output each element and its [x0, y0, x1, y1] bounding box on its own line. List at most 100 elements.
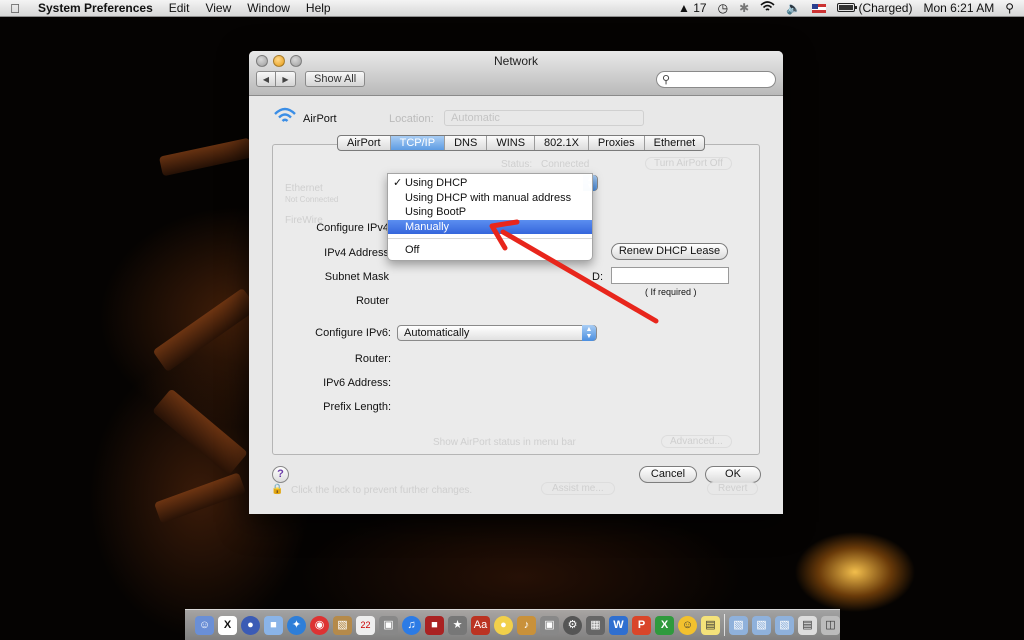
search-icon: ⚲	[662, 74, 671, 86]
battery-status-item[interactable]: (Charged)	[837, 1, 912, 15]
bluetooth-icon[interactable]: ✱	[739, 1, 749, 15]
fireplace-log	[158, 137, 254, 177]
dock-divider	[724, 614, 725, 636]
tab-airport[interactable]: AirPort	[338, 136, 391, 150]
finder-icon[interactable]: ☺	[195, 615, 214, 635]
cancel-button[interactable]: Cancel	[639, 466, 697, 483]
ipv6-router-label: Router:	[354, 353, 391, 365]
help-button[interactable]: ?	[272, 466, 289, 483]
clock[interactable]: Mon 6:21 AM	[923, 1, 994, 15]
menu-item-label: Using DHCP with manual address	[405, 191, 572, 204]
x11-icon[interactable]: X	[218, 615, 237, 635]
configure-ipv6-popup[interactable]: Automatically ▲ ▼	[397, 325, 597, 341]
ipv6-address-label: IPv6 Address:	[323, 377, 391, 389]
safari-orb-icon[interactable]: ●	[241, 615, 260, 635]
time-machine-icon[interactable]: ◷	[718, 1, 728, 15]
menu-view[interactable]: View	[197, 1, 239, 15]
interface-name: AirPort	[303, 113, 337, 125]
garageband-icon[interactable]: ♪	[517, 615, 536, 635]
menu-window[interactable]: Window	[239, 1, 298, 15]
dictionary-icon[interactable]: Aa	[471, 615, 490, 635]
fireplace-log	[152, 388, 248, 476]
applications-folder-icon[interactable]: ▧	[729, 615, 748, 635]
photo-booth-icon[interactable]: ■	[425, 615, 444, 635]
cube-app-icon[interactable]: ■	[264, 615, 283, 635]
location-popup: Automatic	[444, 110, 644, 126]
tab-bar: AirPort TCP/IP DNS WINS 802.1X Proxies E…	[337, 135, 706, 151]
tab-proxies[interactable]: Proxies	[589, 136, 645, 150]
forward-arrow-icon: ▶	[282, 74, 289, 84]
configure-ipv4-label: Configure IPv4	[316, 222, 389, 234]
prefix-length-label: Prefix Length:	[323, 401, 391, 413]
menu-item-using-dhcp[interactable]: ✓ Using DHCP	[388, 176, 592, 191]
ical-icon[interactable]: 22	[356, 615, 375, 635]
ghost-status-label: Status:	[501, 159, 533, 170]
input-source-flag-icon[interactable]	[812, 3, 827, 13]
dock: ☺ X ● ■ ✦ ◉ ▧ 22 ▣ ♫ ■ ★ Aa ● ♪ ▣ ⚙ ▦ W …	[185, 609, 840, 640]
tab-tcpip[interactable]: TCP/IP	[390, 136, 446, 150]
ok-button[interactable]: OK	[705, 466, 761, 483]
ipv4-address-label: IPv4 Address	[324, 247, 389, 259]
show-all-button[interactable]: Show All	[305, 71, 366, 87]
menu-help[interactable]: Help	[298, 1, 339, 15]
adobe-icon: ▲	[678, 1, 690, 15]
menu-item-label: Using BootP	[405, 206, 467, 218]
menu-item-manually[interactable]: Manually	[388, 219, 592, 234]
forward-button[interactable]: ▶	[276, 71, 296, 87]
menu-edit[interactable]: Edit	[161, 1, 198, 15]
tab-8021x[interactable]: 802.1X	[535, 136, 589, 150]
downloads-folder-icon[interactable]: ▧	[775, 615, 794, 635]
tab-ethernet[interactable]: Ethernet	[645, 136, 705, 150]
utility-icon[interactable]: ▦	[586, 615, 605, 635]
wifi-status-icon[interactable]	[760, 1, 775, 15]
search-field[interactable]: ⚲	[656, 71, 776, 88]
checkmark-icon: ✓	[393, 177, 403, 189]
tab-wins[interactable]: WINS	[487, 136, 536, 150]
address-book-icon[interactable]: ▧	[333, 615, 352, 635]
menu-item-bootp[interactable]: Using BootP	[388, 205, 592, 220]
ghost-advanced-button: Advanced...	[661, 435, 732, 448]
itunes-icon[interactable]: ♫	[402, 615, 421, 635]
apple-menu-icon[interactable]: 	[0, 1, 30, 16]
word-icon[interactable]: W	[609, 615, 628, 635]
configure-ipv6-value: Automatically	[404, 327, 470, 339]
location-label: Location:	[389, 113, 434, 125]
menu-item-label: Manually	[405, 220, 450, 233]
volume-icon[interactable]: 🔈	[786, 1, 801, 15]
lock-icon: 🔒	[271, 484, 284, 495]
renew-dhcp-lease-button[interactable]: Renew DHCP Lease	[611, 243, 728, 260]
menu-item-off[interactable]: Off	[388, 243, 592, 258]
smiley-app-icon[interactable]: ☺	[678, 615, 697, 635]
title-bar[interactable]: Network ◀ ▶ Show All ⚲	[249, 51, 783, 96]
star-app-icon[interactable]: ★	[448, 615, 467, 635]
excel-icon[interactable]: X	[655, 615, 674, 635]
adobe-status-item[interactable]: ▲ 17	[678, 1, 707, 15]
ghost-revert-button: Revert	[707, 482, 759, 495]
stack-icon[interactable]: ▤	[798, 615, 817, 635]
safari-icon[interactable]: ✦	[287, 615, 306, 635]
system-preferences-icon[interactable]: ⚙	[563, 615, 582, 635]
configure-ipv6-label: Configure IPv6:	[315, 327, 391, 339]
network-window: Network ◀ ▶ Show All ⚲ AirPort Location:…	[249, 51, 783, 514]
preview-icon[interactable]: ▣	[540, 615, 559, 635]
popup-arrows-icon: ▲▼	[582, 325, 596, 341]
menu-app-name[interactable]: System Preferences	[30, 1, 161, 15]
stickies-icon[interactable]: ▤	[701, 615, 720, 635]
dhcp-client-id-field[interactable]	[611, 267, 729, 284]
trash-icon[interactable]: ◫	[821, 615, 840, 635]
tab-dns[interactable]: DNS	[445, 136, 488, 150]
powerpoint-icon[interactable]: P	[632, 615, 651, 635]
documents-folder-icon[interactable]: ▧	[752, 615, 771, 635]
spotlight-icon[interactable]: ⚲	[1005, 1, 1014, 15]
back-button[interactable]: ◀	[256, 71, 276, 87]
lemon-app-icon[interactable]: ●	[494, 615, 513, 635]
ghost-assist-button: Assist me...	[541, 482, 615, 495]
menu-item-dhcp-manual[interactable]: Using DHCP with manual address	[388, 191, 592, 206]
back-arrow-icon: ◀	[262, 74, 270, 84]
nav-buttons: ◀ ▶	[256, 71, 296, 87]
menu-separator	[388, 238, 592, 239]
ghost-status-value: Connected	[541, 159, 590, 170]
window-content: AirPort Location: Automatic AirPort TCP/…	[249, 96, 783, 513]
chrome-icon[interactable]: ◉	[310, 615, 329, 635]
iphoto-icon[interactable]: ▣	[379, 615, 398, 635]
